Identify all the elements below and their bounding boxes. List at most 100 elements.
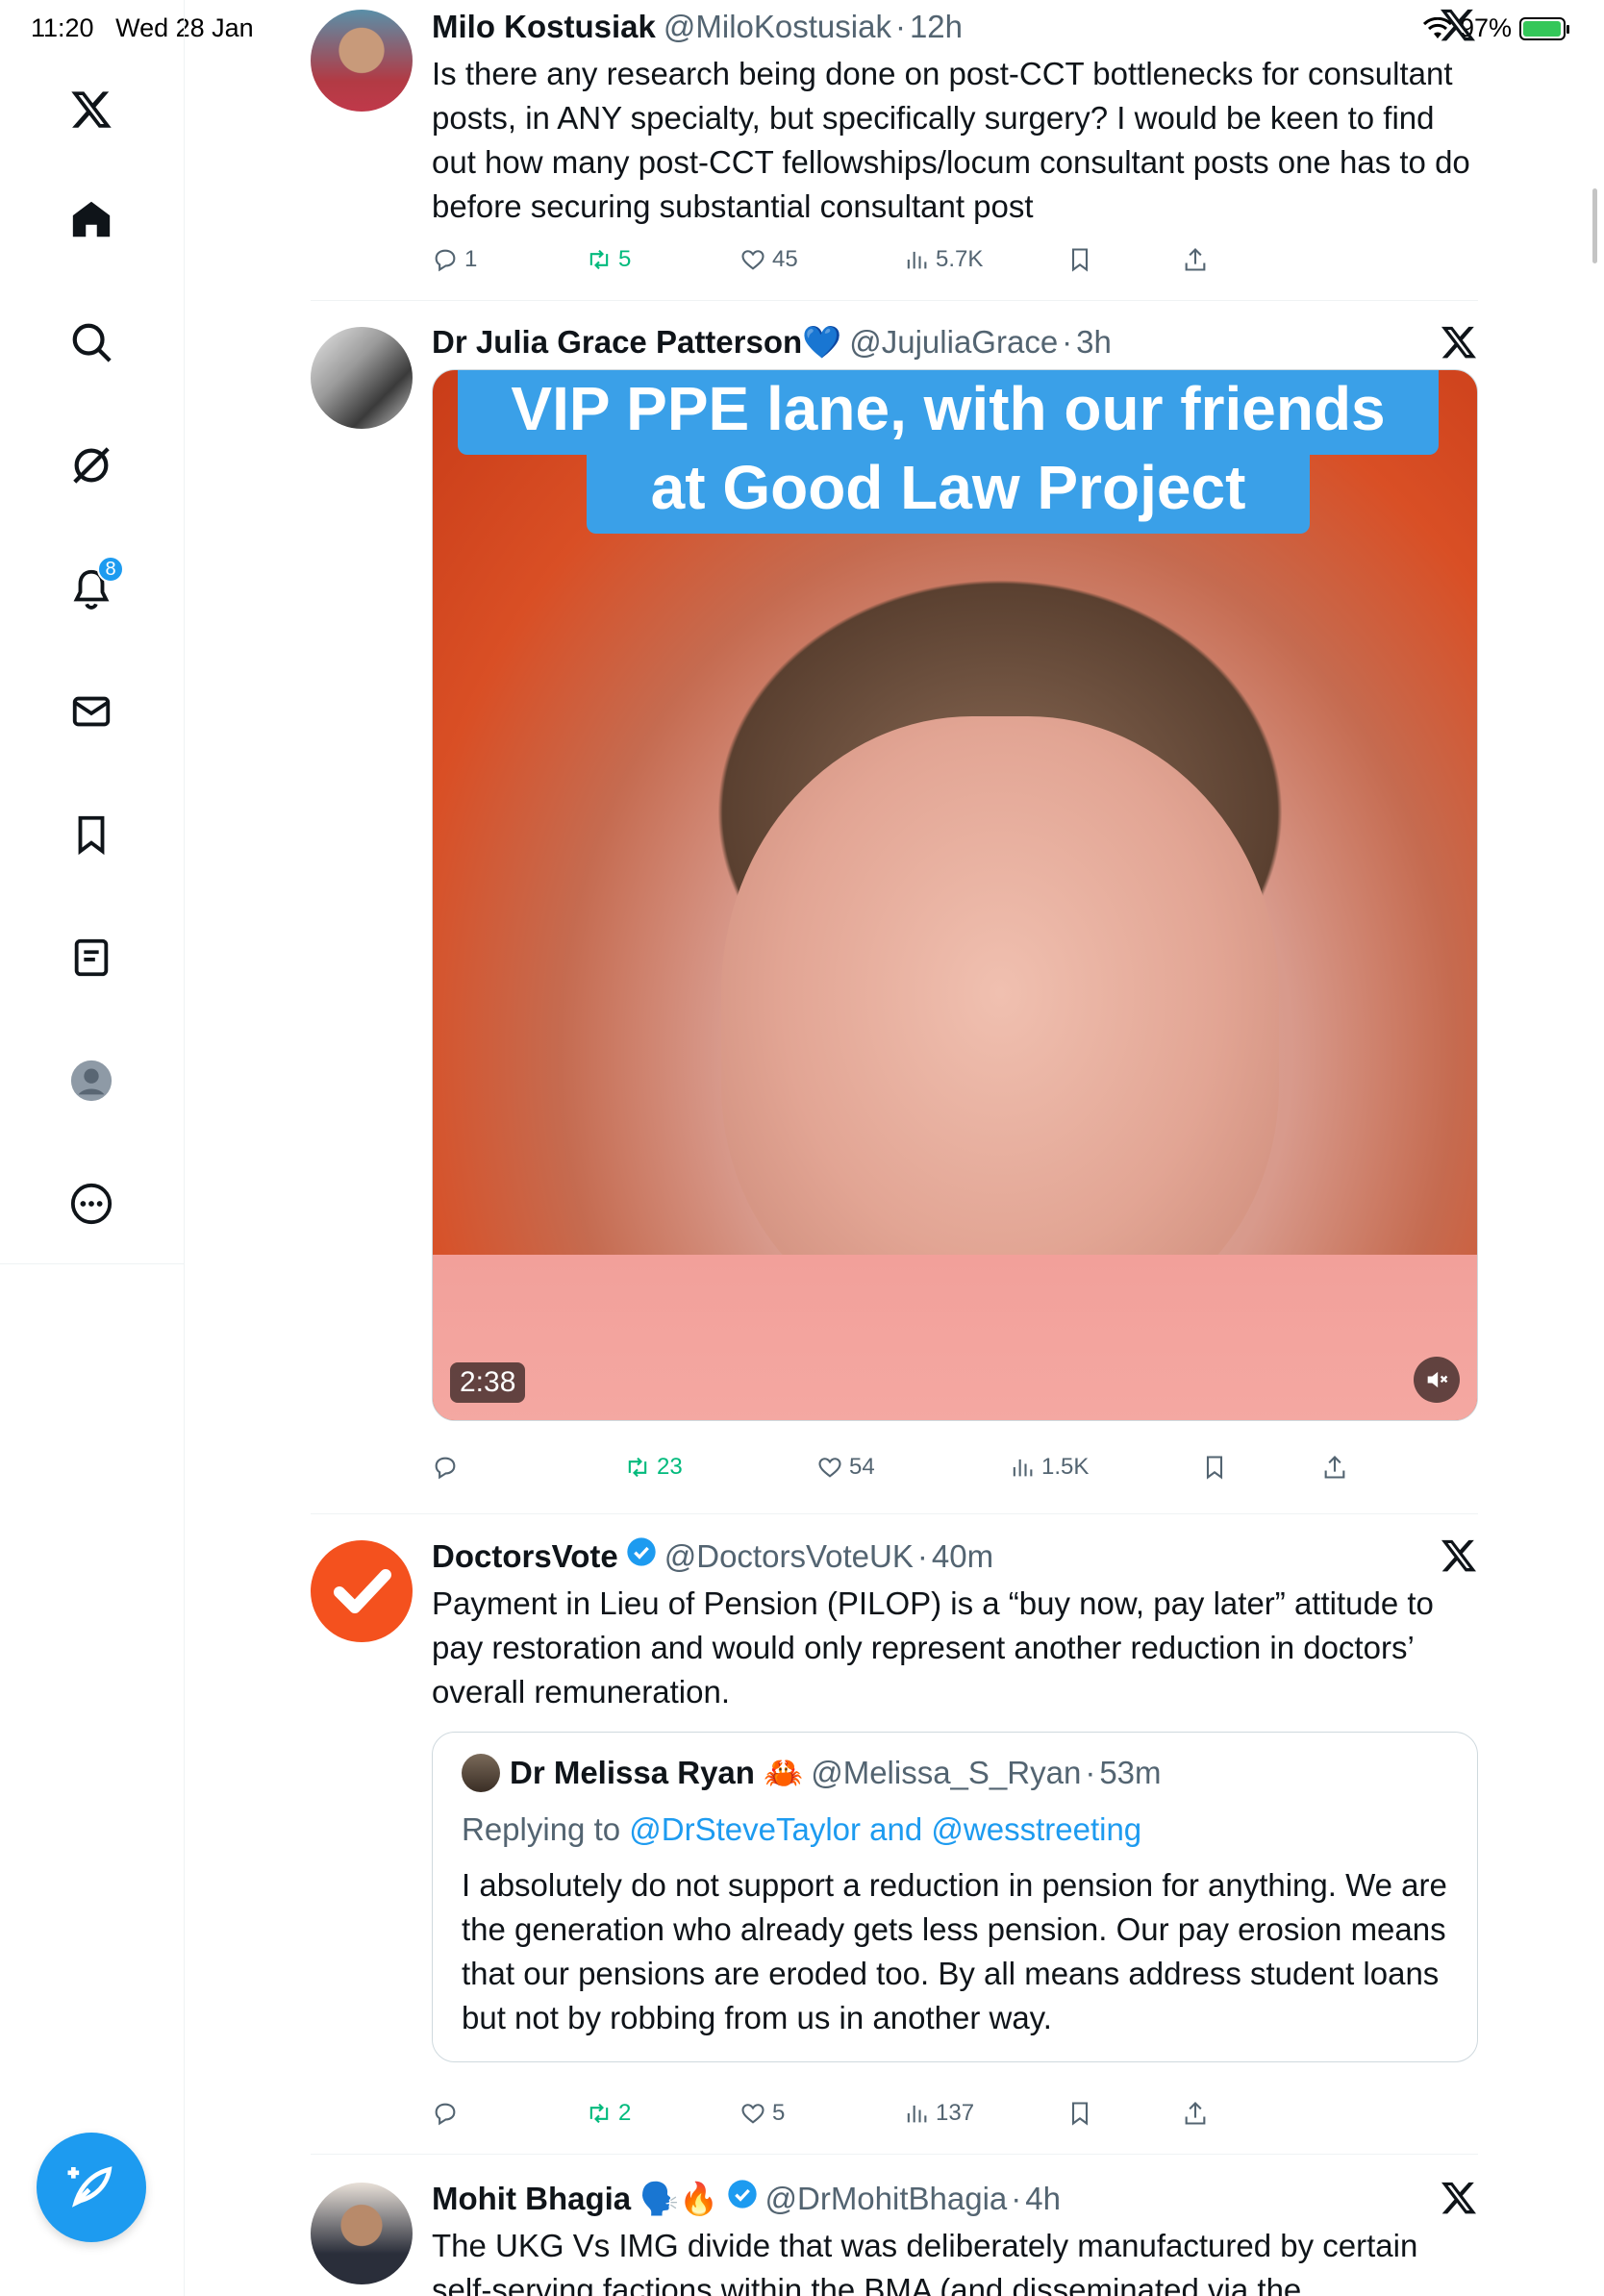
profile-icon[interactable] <box>63 1052 120 1110</box>
checkmark-logo-icon <box>334 1569 391 1613</box>
search-icon[interactable] <box>63 313 120 371</box>
verified-badge-icon <box>627 1537 656 1566</box>
author-name[interactable]: DoctorsVote <box>432 1537 618 1576</box>
reply-icon <box>435 2103 456 2126</box>
share-icon <box>1324 1456 1345 1479</box>
reply-button[interactable] <box>432 1454 464 1481</box>
quoted-tweet[interactable]: Dr Melissa Ryan 🦀 @Melissa_S_Ryan · 53m … <box>432 1732 1478 2062</box>
avatar[interactable] <box>311 10 413 112</box>
tweet[interactable]: DoctorsVote @DoctorsVoteUK · 40m Payment… <box>311 1536 1478 2126</box>
share-button[interactable] <box>1182 2100 1209 2127</box>
video-caption-line-2: at Good Law Project <box>587 449 1310 534</box>
views-button[interactable]: 137 <box>903 2100 974 2127</box>
tweet-time[interactable]: 3h <box>1076 323 1112 362</box>
retweet-button[interactable]: 2 <box>586 2100 631 2127</box>
like-button[interactable]: 5 <box>739 2100 785 2127</box>
heart-icon <box>741 250 764 270</box>
bookmark-icon <box>1071 248 1089 272</box>
scrollbar[interactable] <box>1592 188 1597 263</box>
x-logo-icon <box>1441 2182 1476 2214</box>
reply-button[interactable]: 1 <box>432 246 477 273</box>
sidebar-divider <box>0 1263 185 1264</box>
author-name[interactable]: Mohit Bhagia 🗣️🔥 <box>432 2180 719 2218</box>
separator-dot: · <box>894 9 906 44</box>
compose-button[interactable] <box>37 2133 146 2242</box>
quoted-author-name[interactable]: Dr Melissa Ryan 🦀 <box>510 1754 803 1792</box>
reply-icon <box>435 249 456 272</box>
bookmark-button[interactable] <box>1201 1454 1228 1481</box>
views-button[interactable]: 1.5K <box>1009 1454 1089 1481</box>
bookmark-button[interactable] <box>1066 246 1093 273</box>
author-handle[interactable]: @DrMohitBhagia <box>765 2180 1008 2218</box>
tweet-text: The UKG Vs IMG divide that was deliberat… <box>432 2228 1418 2296</box>
author-handle[interactable]: @MiloKostusiak <box>664 8 891 46</box>
home-icon[interactable] <box>63 190 120 248</box>
tweet-divider <box>311 1513 1478 1514</box>
separator-dot: · <box>1011 2181 1022 2216</box>
views-button[interactable]: 5.7K <box>903 246 983 273</box>
battery-icon <box>1519 16 1569 40</box>
author-name[interactable]: Dr Julia Grace Patterson💙 <box>432 323 841 362</box>
tweet-divider <box>311 2154 1478 2155</box>
quoted-avatar[interactable] <box>462 1754 500 1792</box>
lists-icon[interactable] <box>63 929 120 986</box>
tweet-time[interactable]: 4h <box>1025 2180 1061 2218</box>
messages-icon[interactable] <box>63 683 120 740</box>
like-button[interactable]: 45 <box>739 246 798 273</box>
verified-badge-icon <box>727 2180 757 2209</box>
reply-button[interactable] <box>432 2100 464 2127</box>
more-icon[interactable] <box>63 1175 120 1233</box>
author-handle[interactable]: @DoctorsVoteUK <box>664 1537 914 1576</box>
bookmarks-icon[interactable] <box>63 806 120 863</box>
bookmark-button[interactable] <box>1066 2100 1093 2127</box>
replying-to: Replying to @DrSteveTaylor and @wesstree… <box>462 1811 1142 1847</box>
views-chart-icon <box>1013 1459 1033 1477</box>
tweet-text: Is there any research being done on post… <box>432 56 1470 224</box>
grok-icon[interactable] <box>63 437 120 494</box>
tweet-actions: 2 5 137 <box>432 2100 1478 2138</box>
x-logo-icon[interactable] <box>63 81 120 138</box>
tweet-text: Payment in Lieu of Pension (PILOP) is a … <box>432 1585 1434 1710</box>
views-chart-icon <box>907 2105 927 2123</box>
like-button[interactable]: 54 <box>816 1454 875 1481</box>
retweet-icon <box>589 2103 609 2124</box>
video-subject-sweater <box>433 1255 1477 1420</box>
quoted-tweet-header: Dr Melissa Ryan 🦀 @Melissa_S_Ryan · 53m <box>462 1754 1448 1792</box>
separator-dot: · <box>1062 324 1073 360</box>
retweet-button[interactable]: 23 <box>624 1454 683 1481</box>
share-button[interactable] <box>1182 246 1209 273</box>
video-subject-face <box>721 716 1279 1332</box>
avatar[interactable] <box>311 327 413 429</box>
x-logo-icon <box>1441 326 1476 359</box>
tweet-actions: 23 54 1.5K <box>432 1454 1478 1492</box>
quoted-author-handle[interactable]: @Melissa_S_Ryan <box>811 1754 1081 1792</box>
mute-button[interactable] <box>1414 1357 1460 1403</box>
retweet-button[interactable]: 5 <box>586 246 631 273</box>
share-button[interactable] <box>1321 1454 1348 1481</box>
tweet[interactable]: Milo Kostusiak @MiloKostusiak · 12h Is t… <box>311 8 1478 296</box>
tweet[interactable]: Dr Julia Grace Patterson💙 @JujuliaGrace … <box>311 323 1478 1496</box>
author-handle[interactable]: @JujuliaGrace <box>849 323 1058 362</box>
tweet-video[interactable]: VIP PPE lane, with our friends at Good L… <box>432 369 1478 1421</box>
avatar[interactable] <box>311 2183 413 2284</box>
tweet-time[interactable]: 12h <box>910 8 963 46</box>
tweet-time[interactable]: 40m <box>932 1537 993 1576</box>
bookmark-icon <box>1071 2102 1089 2126</box>
views-chart-icon <box>907 251 927 269</box>
notifications-icon[interactable]: 8 <box>63 556 124 617</box>
tweet-header: Dr Julia Grace Patterson💙 @JujuliaGrace … <box>432 323 1478 362</box>
quoted-tweet-time[interactable]: 53m <box>1099 1754 1161 1792</box>
share-icon <box>1185 248 1206 271</box>
tweet-header: Mohit Bhagia 🗣️🔥 @DrMohitBhagia · 4h <box>432 2179 1478 2218</box>
compose-feather-icon <box>67 2166 113 2208</box>
tweet-divider <box>311 300 1478 301</box>
replying-to-links[interactable]: @DrSteveTaylor and @wesstreeting <box>629 1811 1141 1847</box>
tweet[interactable]: Mohit Bhagia 🗣️🔥 @DrMohitBhagia · 4h The… <box>311 2179 1478 2296</box>
avatar[interactable] <box>311 1540 413 1642</box>
speaker-muted-icon <box>1427 1371 1448 1388</box>
author-name[interactable]: Milo Kostusiak <box>432 8 656 46</box>
separator-dot: · <box>1085 1755 1096 1790</box>
x-logo-icon <box>1441 1539 1476 1572</box>
video-duration: 2:38 <box>450 1362 526 1403</box>
bookmark-icon <box>1206 1456 1223 1480</box>
